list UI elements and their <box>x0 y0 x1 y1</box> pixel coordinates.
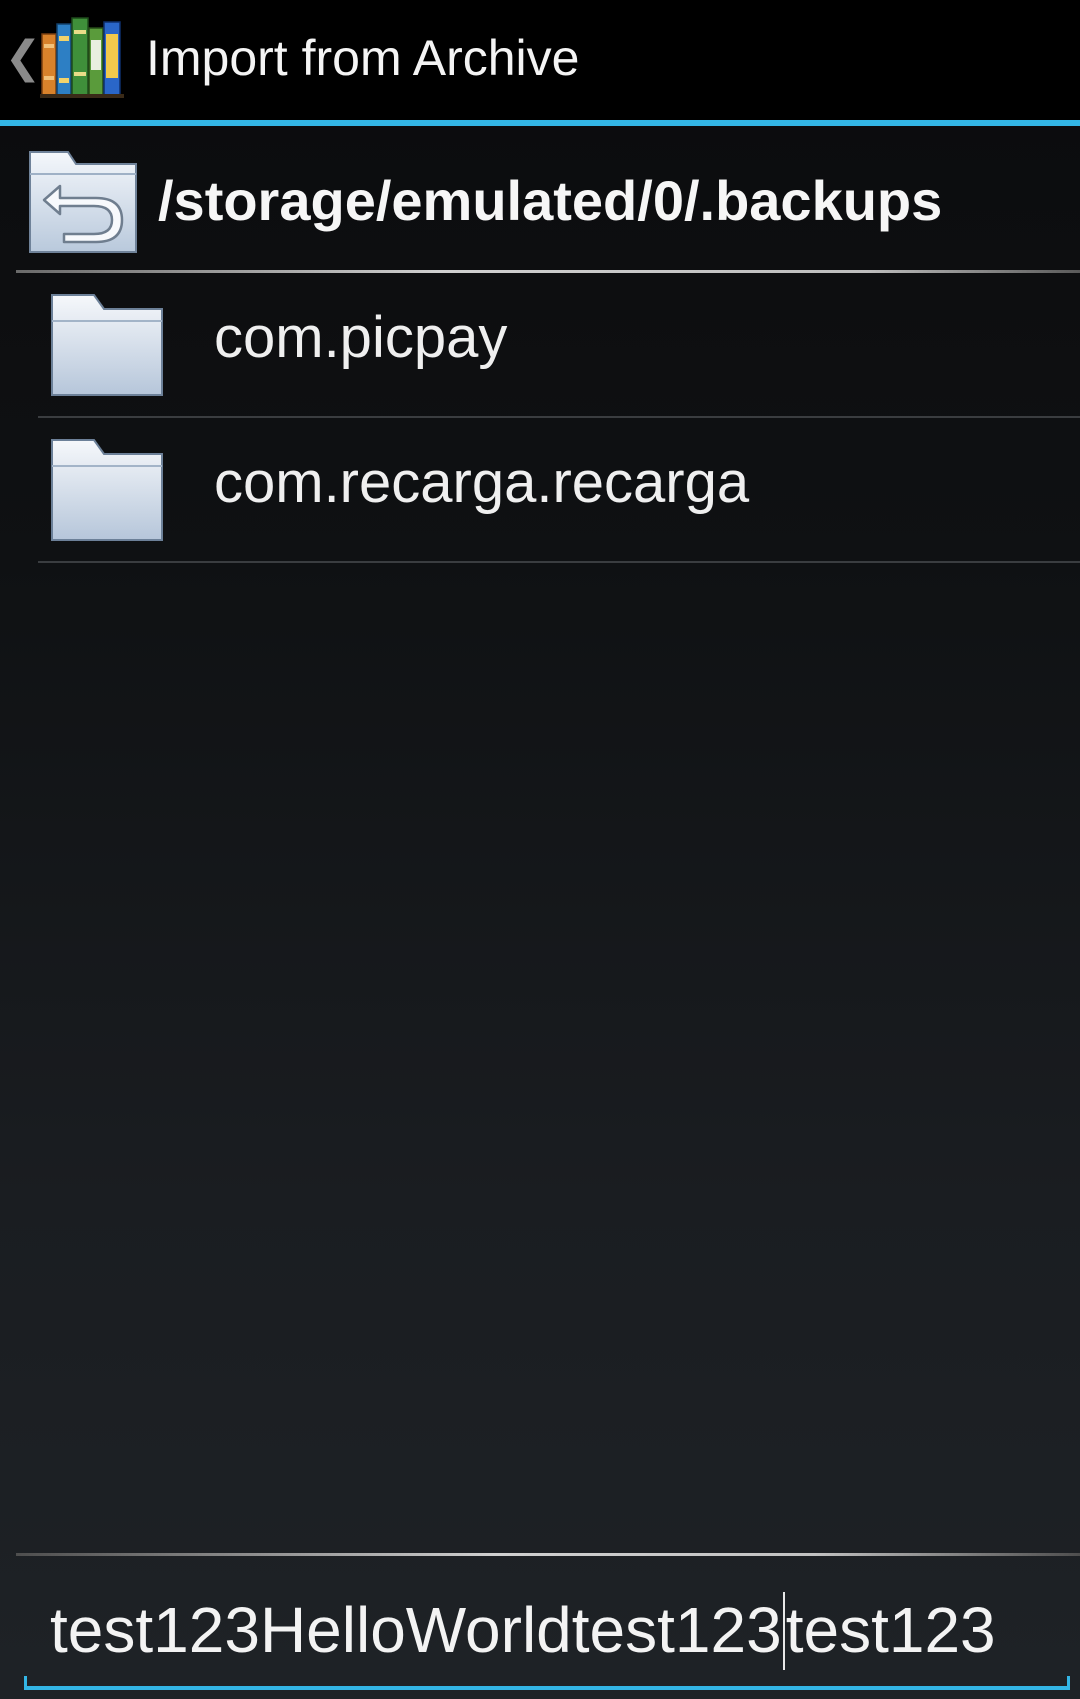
bookshelf-icon[interactable] <box>40 14 126 100</box>
list-divider <box>38 561 1080 563</box>
input-text-after-cursor: test123 <box>785 1594 996 1666</box>
input-divider <box>16 1553 1080 1556</box>
current-path-row[interactable]: /storage/emulated/0/.backups <box>0 126 1080 272</box>
action-bar: ❮ Import from Archive <box>0 0 1080 126</box>
list-item[interactable]: com.picpay <box>0 273 1080 418</box>
text-cursor <box>782 1592 785 1671</box>
chevron-left-icon[interactable]: ❮ <box>5 28 42 88</box>
folder-icon <box>48 434 170 546</box>
app-screen: ❮ Import from Archive /storage/emulated/… <box>0 0 1080 1699</box>
input-text-before-cursor: test123HelloWorldtest123 <box>50 1594 782 1666</box>
folder-name: com.picpay <box>214 305 508 370</box>
input-underline <box>24 1676 1070 1690</box>
screen-title: Import from Archive <box>146 30 580 86</box>
filename-input-text[interactable]: test123HelloWorldtest123test123 <box>50 1592 996 1671</box>
folder-up-icon[interactable] <box>24 142 146 258</box>
folder-name: com.recarga.recarga <box>214 450 750 515</box>
filename-input[interactable]: test123HelloWorldtest123test123 <box>24 1572 1070 1690</box>
current-path-label: /storage/emulated/0/.backups <box>158 169 943 232</box>
folder-icon <box>48 289 170 401</box>
list-item[interactable]: com.recarga.recarga <box>0 418 1080 563</box>
folder-list: com.picpay com.recarga.recarga <box>0 273 1080 563</box>
